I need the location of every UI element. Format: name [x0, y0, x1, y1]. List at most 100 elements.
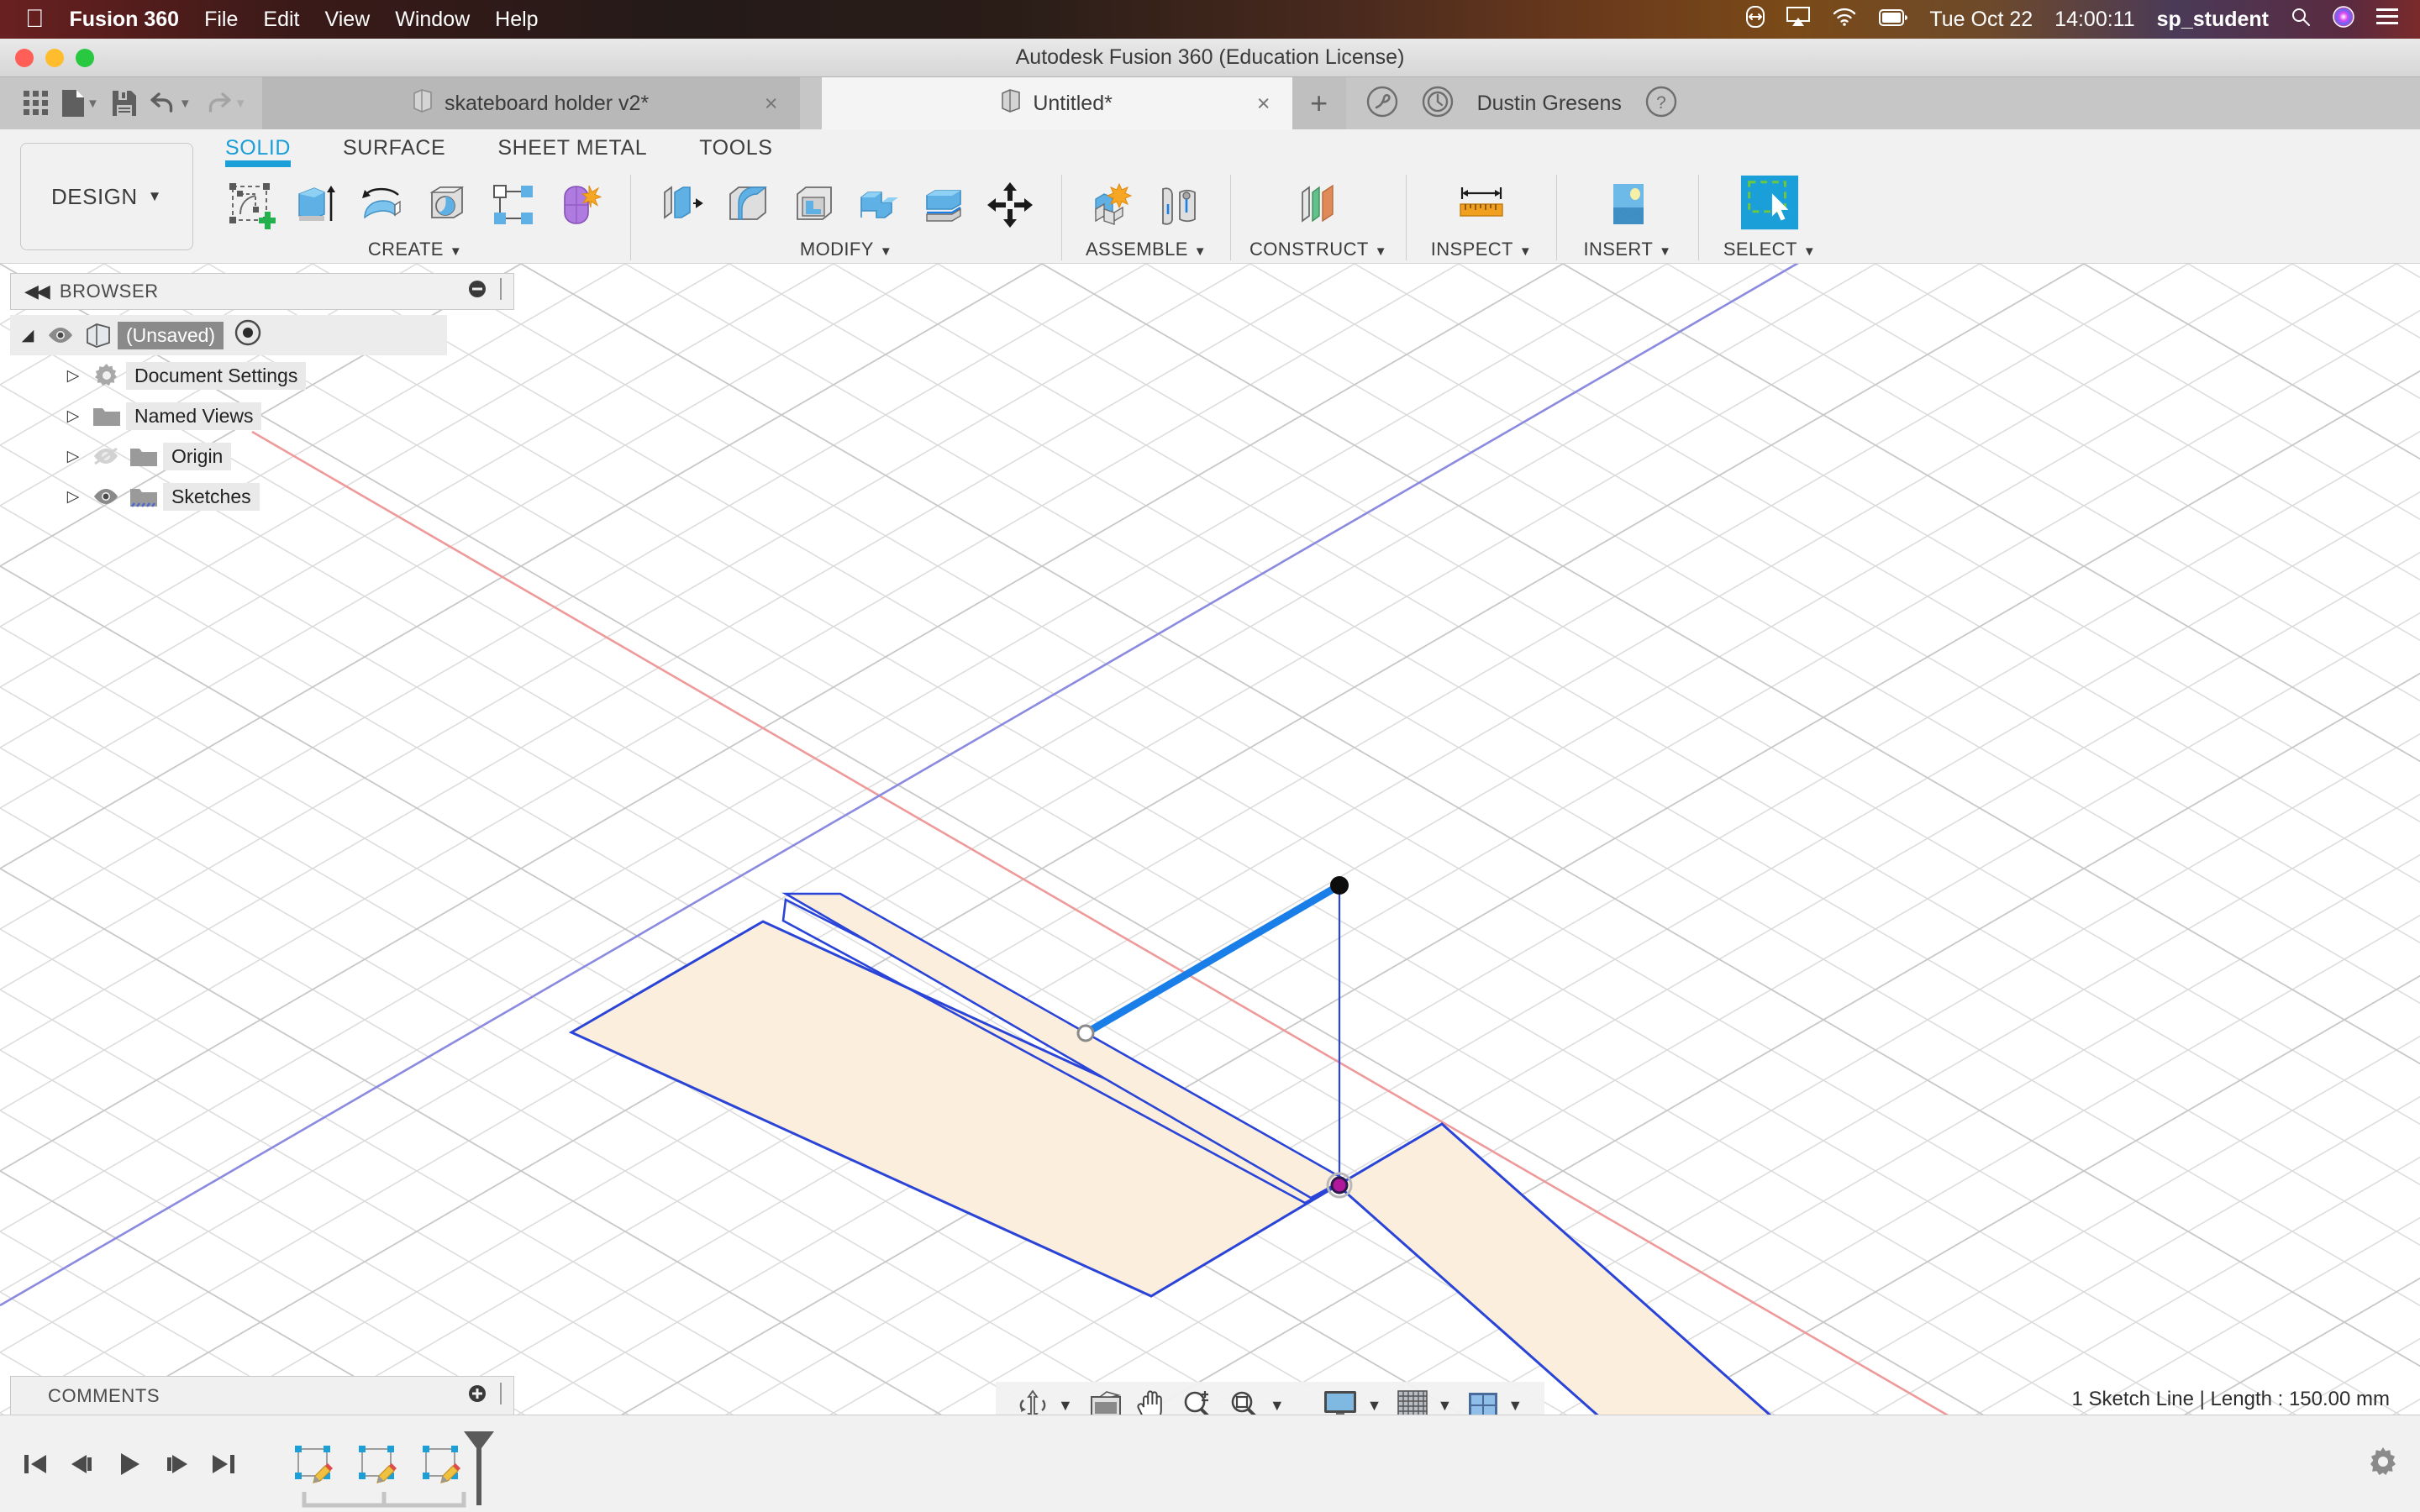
expand-arrow-icon[interactable]: ▷	[59, 487, 87, 507]
browser-node-label[interactable]: Sketches	[163, 482, 260, 511]
timeline-settings-icon[interactable]	[2366, 1445, 2400, 1483]
displaylink-icon[interactable]	[1746, 5, 1765, 34]
select-group-label[interactable]: SELECT ▼	[1723, 239, 1816, 260]
browser-row-sketches[interactable]: ▷ Sketches	[10, 476, 514, 517]
expand-arrow-icon[interactable]: ◢	[13, 326, 42, 345]
tab-sheet-metal[interactable]: SHEET METAL	[497, 136, 647, 165]
browser-header[interactable]: ◀◀ BROWSER	[10, 273, 514, 310]
browser-node-label[interactable]: Document Settings	[126, 361, 307, 390]
step-forward-icon[interactable]	[153, 1439, 200, 1489]
save-icon[interactable]	[106, 77, 143, 129]
new-component-icon[interactable]	[1083, 176, 1144, 234]
select-icon[interactable]	[1739, 175, 1800, 234]
form-icon[interactable]	[549, 176, 609, 234]
comments-panel[interactable]: COMMENTS	[10, 1376, 514, 1416]
document-tab-untitled[interactable]: Untitled* ×	[821, 77, 1292, 129]
browser-row-unsaved[interactable]: ◢ (Unsaved)	[10, 315, 447, 355]
expand-arrow-icon[interactable]: ▷	[59, 447, 87, 466]
sketch-feature-icon[interactable]	[287, 1438, 339, 1490]
battery-icon[interactable]	[1879, 8, 1908, 32]
combine-icon[interactable]	[849, 176, 909, 234]
chevron-down-icon[interactable]: ▼	[1270, 1397, 1285, 1415]
app-grid-icon[interactable]	[17, 77, 55, 129]
add-comment-icon[interactable]	[468, 1384, 487, 1408]
undo-icon[interactable]: ▼	[143, 77, 198, 129]
close-icon[interactable]: ×	[1257, 91, 1270, 117]
pattern-icon[interactable]	[483, 176, 544, 234]
chevron-down-icon[interactable]: ▼	[1437, 1397, 1452, 1415]
step-back-icon[interactable]	[59, 1439, 106, 1489]
menu-view[interactable]: View	[324, 8, 370, 32]
visibility-eye-off-icon[interactable]	[87, 447, 124, 465]
tab-tools[interactable]: TOOLS	[699, 136, 772, 165]
browser-row-document-settings[interactable]: ▷ Document Settings	[10, 355, 514, 396]
inspect-group-label[interactable]: INSPECT ▼	[1431, 239, 1532, 260]
new-tab-button[interactable]: +	[1292, 77, 1346, 129]
insert-group-label[interactable]: INSERT ▼	[1583, 239, 1671, 260]
joint-icon[interactable]	[1149, 176, 1209, 234]
tab-surface[interactable]: SURFACE	[343, 136, 445, 165]
tab-solid[interactable]: SOLID	[225, 136, 292, 167]
browser-node-label[interactable]: Origin	[163, 442, 232, 470]
chevron-down-icon[interactable]: ▼	[1367, 1397, 1382, 1415]
redo-icon[interactable]: ▼	[198, 77, 254, 129]
browser-row-named-views[interactable]: ▷ Named Views	[10, 396, 514, 436]
activate-component-radio[interactable]	[234, 318, 262, 352]
account-name[interactable]: Dustin Gresens	[1477, 92, 1622, 116]
chevron-down-icon[interactable]: ▼	[148, 188, 162, 205]
file-icon[interactable]: ▼	[55, 77, 106, 129]
resize-grip-icon[interactable]	[498, 1383, 505, 1410]
chevron-down-icon[interactable]: ▼	[234, 97, 247, 111]
apple-logo-icon[interactable]: 	[25, 7, 45, 32]
expand-arrow-icon[interactable]: ▷	[59, 366, 87, 386]
measure-icon[interactable]	[1451, 176, 1512, 234]
play-icon[interactable]	[106, 1439, 153, 1489]
move-copy-icon[interactable]	[980, 176, 1040, 234]
go-to-end-icon[interactable]	[200, 1439, 247, 1489]
chevron-down-icon[interactable]: ▼	[87, 97, 99, 111]
airplay-icon[interactable]	[1786, 6, 1811, 33]
modify-group-label[interactable]: MODIFY ▼	[800, 239, 892, 260]
assemble-group-label[interactable]: ASSEMBLE ▼	[1086, 239, 1207, 260]
construct-group-label[interactable]: CONSTRUCT ▼	[1249, 239, 1387, 260]
timeline-marker-icon[interactable]	[457, 1428, 502, 1509]
resize-grip-icon[interactable]	[498, 278, 505, 305]
menubar-user[interactable]: sp_student	[2157, 8, 2269, 32]
wifi-icon[interactable]	[1832, 7, 1857, 33]
press-pull-icon[interactable]	[652, 176, 713, 234]
extensions-icon[interactable]	[1366, 86, 1398, 122]
insert-image-icon[interactable]	[1597, 176, 1658, 234]
sketch-feature-icon[interactable]	[351, 1438, 403, 1490]
sweep-icon[interactable]	[418, 176, 478, 234]
help-icon[interactable]: ?	[1645, 86, 1677, 122]
browser-node-label[interactable]: (Unsaved)	[118, 321, 224, 349]
menu-help[interactable]: Help	[495, 8, 538, 32]
visibility-eye-icon[interactable]	[87, 487, 124, 506]
chevron-down-icon[interactable]: ▼	[1507, 1397, 1523, 1415]
menu-window[interactable]: Window	[395, 8, 470, 32]
browser-row-origin[interactable]: ▷ Origin	[10, 436, 514, 476]
minimize-icon[interactable]	[468, 280, 487, 303]
visibility-eye-icon[interactable]	[42, 326, 79, 344]
go-to-beginning-icon[interactable]	[12, 1439, 59, 1489]
expand-arrow-icon[interactable]: ▷	[59, 407, 87, 426]
workspace-switcher-button[interactable]: DESIGN ▼	[20, 143, 193, 250]
chevron-down-icon[interactable]: ▼	[179, 97, 192, 111]
search-icon[interactable]	[2291, 7, 2311, 33]
siri-icon[interactable]	[2333, 5, 2354, 34]
shell-icon[interactable]	[783, 176, 844, 234]
control-center-icon[interactable]	[2376, 8, 2398, 32]
document-tab-skateboard-holder[interactable]: skateboard holder v2* ×	[261, 77, 800, 129]
fillet-icon[interactable]	[718, 176, 778, 234]
offset-plane-icon[interactable]	[1288, 176, 1349, 234]
chevron-down-icon[interactable]: ▼	[1058, 1397, 1073, 1415]
create-sketch-icon[interactable]	[221, 176, 281, 234]
extrude-icon[interactable]	[287, 176, 347, 234]
browser-node-label[interactable]: Named Views	[126, 402, 262, 430]
close-icon[interactable]: ×	[765, 91, 778, 117]
menu-file[interactable]: File	[204, 8, 238, 32]
menu-app-name[interactable]: Fusion 360	[70, 8, 180, 32]
create-group-label[interactable]: CREATE ▼	[368, 239, 462, 260]
collapse-left-icon[interactable]: ◀◀	[24, 281, 50, 302]
menu-edit[interactable]: Edit	[263, 8, 299, 32]
